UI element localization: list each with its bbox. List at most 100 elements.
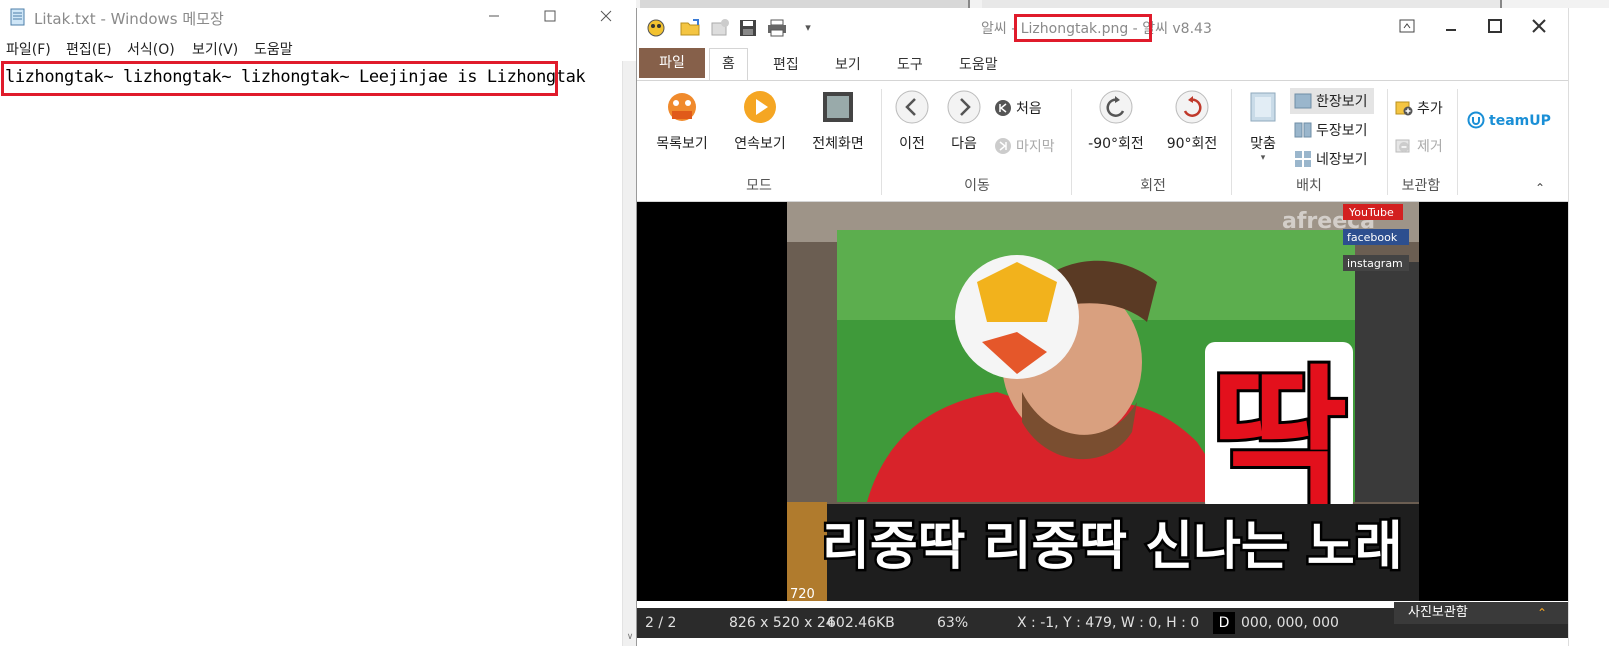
tab-file[interactable]: 파일 xyxy=(639,48,705,78)
double-view-label: 두장보기 xyxy=(1316,123,1368,139)
menu-help[interactable]: 도움말 xyxy=(254,39,293,59)
double-view-button[interactable]: 두장보기 xyxy=(1294,120,1368,140)
status-filesize: 602.46KB xyxy=(827,615,895,631)
tab-home[interactable]: 홈 xyxy=(709,48,748,80)
remove-album-icon xyxy=(1395,139,1410,153)
minimize-icon xyxy=(1446,29,1456,31)
pin-button[interactable] xyxy=(1389,16,1425,40)
image-caption: 리중딱 리중딱 신나는 노래 xyxy=(822,517,1403,577)
fullscreen-icon xyxy=(823,92,853,122)
list-view-button[interactable]: 목록보기 xyxy=(649,89,715,153)
single-view-button[interactable]: 한장보기 xyxy=(1290,88,1374,114)
background-window xyxy=(982,0,1502,8)
title-highlight-box xyxy=(1014,14,1152,42)
first-button[interactable]: 처음 xyxy=(994,98,1042,118)
notepad-text-area[interactable]: lizhongtak~ lizhongtak~ lizhongtak~ Leej… xyxy=(0,61,622,646)
notepad-title: Litak.txt - Windows 메모장 xyxy=(34,10,224,28)
prev-button[interactable]: 이전 xyxy=(892,89,932,153)
group-label-rotate: 회전 xyxy=(1140,178,1166,194)
image-social-facebook: facebook xyxy=(1347,231,1398,244)
status-dimensions: 826 x 520 x 24 xyxy=(729,615,835,631)
add-to-album-button[interactable]: 추가 xyxy=(1395,98,1443,118)
notepad-menubar: 파일(F) 편집(E) 서식(O) 보기(V) 도움말 xyxy=(0,36,636,60)
displayed-image: 딱 리중딱 리중딱 신나는 노래 afreeca YouTube faceboo… xyxy=(637,202,1569,601)
quad-view-button[interactable]: 네장보기 xyxy=(1294,149,1368,169)
add-album-icon xyxy=(1395,101,1413,116)
single-view-label: 한장보기 xyxy=(1316,94,1368,110)
add-label: 추가 xyxy=(1417,101,1443,117)
teamup-button[interactable]: teamUP xyxy=(1467,111,1551,129)
slideshow-label: 연속보기 xyxy=(734,136,786,152)
group-label-storage: 보관함 xyxy=(1401,178,1441,194)
menu-file[interactable]: 파일(F) xyxy=(6,39,51,59)
teamup-logo-icon xyxy=(1467,111,1485,129)
single-page-icon xyxy=(1294,93,1312,109)
fullscreen-label: 전체화면 xyxy=(812,136,864,152)
background-window-strip xyxy=(636,0,1609,8)
next-label: 다음 xyxy=(951,136,977,152)
ribbon-tabs: 파일 홈 편집 보기 도구 도움말 xyxy=(637,48,1569,80)
save-icon[interactable] xyxy=(737,18,759,38)
status-bar: 2 / 2 826 x 520 x 24 602.46KB 63% X : -1… xyxy=(637,602,1569,638)
vertical-scrollbar[interactable]: ∨ xyxy=(622,61,636,646)
image-social-instagram: instagram xyxy=(1347,257,1403,270)
maximize-button[interactable] xyxy=(530,4,570,30)
ribbon-separator xyxy=(1457,89,1458,195)
rotate-right-label: 90°회전 xyxy=(1166,136,1218,152)
viewer-window: ▾ 알씨 - Lizhongtak.png - 알씨 v8.43 파일 홈 편집… xyxy=(636,8,1569,646)
expand-album-icon[interactable]: ⌃ xyxy=(1537,602,1547,624)
pin-icon xyxy=(1399,19,1415,33)
skip-last-icon xyxy=(995,138,1011,154)
tab-tools[interactable]: 도구 xyxy=(897,54,923,74)
fit-button[interactable]: 맞춤 ▾ xyxy=(1241,89,1285,163)
status-page: 2 / 2 xyxy=(645,615,677,631)
fullscreen-button[interactable]: 전체화면 xyxy=(805,89,871,153)
rotate-right-button[interactable]: 90°회전 xyxy=(1157,89,1227,153)
slideshow-button[interactable]: 연속보기 xyxy=(727,89,793,153)
chevron-left-icon xyxy=(895,90,929,124)
photo-album-tab[interactable]: 사진보관함 ⌃ xyxy=(1394,602,1569,624)
print-icon[interactable] xyxy=(766,18,788,38)
fit-dropdown-icon[interactable]: ▾ xyxy=(1241,153,1285,163)
ribbon-separator xyxy=(881,89,882,195)
close-icon xyxy=(600,10,612,22)
maximize-icon xyxy=(544,10,556,22)
image-big-char: 딱 xyxy=(1210,352,1348,526)
last-label: 마지막 xyxy=(1016,139,1055,155)
minimize-button[interactable] xyxy=(1433,16,1469,40)
menu-edit[interactable]: 편집(E) xyxy=(66,39,112,59)
collapse-ribbon-icon[interactable]: ⌃ xyxy=(1535,181,1545,195)
open-folder-icon[interactable] xyxy=(679,18,701,38)
group-label-layout: 배치 xyxy=(1296,178,1322,194)
status-d-badge: D xyxy=(1213,612,1235,634)
close-button[interactable] xyxy=(1521,16,1557,40)
menu-format[interactable]: 서식(O) xyxy=(127,39,175,59)
add-icon[interactable] xyxy=(709,18,731,38)
group-label-move: 이동 xyxy=(964,178,990,194)
menu-view[interactable]: 보기(V) xyxy=(192,39,238,59)
close-button[interactable] xyxy=(586,4,626,30)
tab-edit[interactable]: 편집 xyxy=(773,54,799,74)
notepad-titlebar[interactable]: Litak.txt - Windows 메모장 xyxy=(0,0,636,34)
next-button[interactable]: 다음 xyxy=(944,89,984,153)
ribbon-separator xyxy=(1231,89,1232,195)
status-zoom[interactable]: 63% xyxy=(937,615,968,631)
maximize-icon xyxy=(1488,19,1502,33)
image-viewport[interactable]: 딱 리중딱 리중딱 신나는 노래 afreeca YouTube faceboo… xyxy=(637,202,1569,601)
group-label-mode: 모드 xyxy=(746,178,772,194)
play-icon xyxy=(744,91,776,123)
tab-help[interactable]: 도움말 xyxy=(959,54,998,74)
remove-from-album-button[interactable]: 제거 xyxy=(1395,136,1443,156)
image-social-youtube: YouTube xyxy=(1348,206,1394,219)
tab-view[interactable]: 보기 xyxy=(835,54,861,74)
list-view-icon xyxy=(668,93,696,121)
rotate-left-button[interactable]: -90°회전 xyxy=(1081,89,1151,153)
viewer-titlebar[interactable]: ▾ 알씨 - Lizhongtak.png - 알씨 v8.43 xyxy=(637,8,1569,48)
maximize-button[interactable] xyxy=(1477,16,1513,40)
minimize-button[interactable] xyxy=(474,4,514,30)
scroll-down-icon[interactable]: ∨ xyxy=(623,632,637,642)
customize-toolbar-icon[interactable]: ▾ xyxy=(797,18,819,38)
status-rgb: 000, 000, 000 xyxy=(1241,615,1339,631)
last-button[interactable]: 마지막 xyxy=(994,136,1055,156)
fit-label: 맞춤 xyxy=(1250,136,1276,152)
